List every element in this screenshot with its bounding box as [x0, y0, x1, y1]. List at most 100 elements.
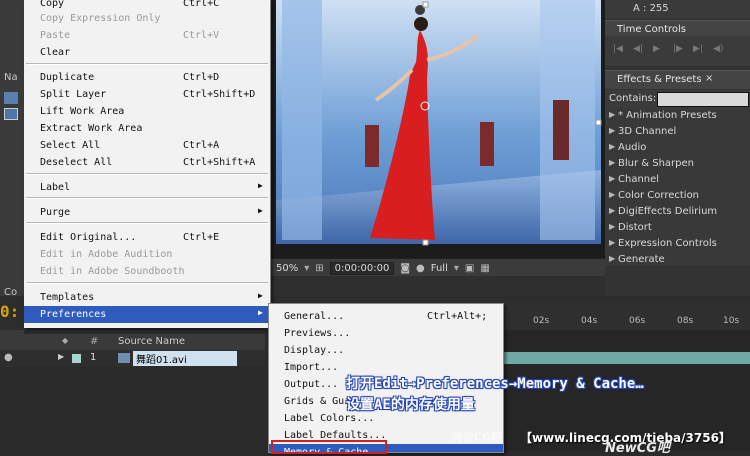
effects-category-3d-channel[interactable]: ▶ 3D Channel [605, 124, 750, 140]
menu-item-label: Purge [40, 207, 71, 218]
edit-menu-item-purge[interactable]: Purge ▶ [24, 204, 270, 221]
ruler-tick-label: 02s [533, 316, 550, 326]
composition-viewer[interactable] [270, 0, 605, 258]
expand-triangle-icon[interactable]: ▶ [609, 142, 615, 151]
edit-menu-item-edit-original[interactable]: Edit Original... Ctrl+E [24, 229, 270, 246]
region-of-interest-icon[interactable]: ▣ [465, 263, 474, 274]
alpha-readout: A : 255 [633, 3, 669, 14]
effects-category-color-correction[interactable]: ▶ Color Correction [605, 188, 750, 204]
effects-list: ▶ * Animation Presets ▶ 3D Channel ▶ Audio ▶ Bl… [605, 108, 750, 266]
effects-category-channel[interactable]: ▶ Channel [605, 172, 750, 188]
first-frame-icon[interactable]: |◀ [613, 44, 627, 54]
effects-category-animation-presets[interactable]: ▶ * Animation Presets [605, 108, 750, 124]
effects-category-blur-sharpen[interactable]: ▶ Blur & Sharpen [605, 156, 750, 172]
menu-item-shortcut: Ctrl+V [183, 30, 220, 41]
submenu-arrow-icon: ▶ [258, 181, 263, 190]
menu-item-label: Templates [40, 292, 95, 303]
prev-frame-icon[interactable]: ◀| [633, 44, 647, 54]
resolution-dropdown-icon[interactable]: ▾ [454, 263, 459, 274]
edit-menu-item-label[interactable]: Label ▶ [24, 179, 270, 196]
zoom-value[interactable]: 50% [276, 263, 298, 274]
expand-triangle-icon[interactable]: ▶ [609, 222, 615, 231]
preferences-item-general[interactable]: General... Ctrl+Alt+; [269, 308, 503, 325]
effects-category-generate[interactable]: ▶ Generate [605, 252, 750, 266]
preferences-item-previews[interactable]: Previews... [269, 325, 503, 342]
effects-category-distort[interactable]: ▶ Distort [605, 220, 750, 236]
menu-item-label: Duplicate [40, 72, 95, 83]
edit-menu-item-extract-work-area[interactable]: Extract Work Area [24, 120, 270, 137]
source-name-column-header[interactable]: Source Name [118, 336, 185, 347]
menu-separator [26, 222, 268, 224]
submenu-arrow-icon: ▶ [258, 308, 263, 317]
edit-menu-item-deselect-all[interactable]: Deselect All Ctrl+Shift+A [24, 154, 270, 171]
menu-item-label: Paste [40, 30, 71, 41]
edit-menu-item-preferences[interactable]: Preferences ▶ [24, 306, 270, 323]
audio-icon[interactable]: ◀) [713, 44, 727, 54]
ruler-tick-label: 06s [629, 316, 646, 326]
ruler-tick-label: 04s [581, 316, 598, 326]
composition-icon [4, 108, 18, 120]
expand-triangle-icon[interactable]: ▶ [58, 352, 64, 361]
composition-frame [270, 0, 605, 258]
effects-category-expression-controls[interactable]: ▶ Expression Controls [605, 236, 750, 252]
effects-category-label: * Animation Presets [618, 110, 717, 121]
layer-name[interactable]: 舞蹈01.avi [133, 351, 237, 366]
layer-duration-bar[interactable] [503, 352, 750, 364]
eye-icon[interactable]: ● [4, 352, 13, 363]
effects-category-audio[interactable]: ▶ Audio [605, 140, 750, 156]
menu-item-label: Previews... [284, 328, 351, 339]
effects-category-label: Channel [618, 174, 660, 185]
preferences-item-display[interactable]: Display... [269, 342, 503, 359]
menu-item-label: Select All [40, 140, 101, 151]
edit-menu-item-templates[interactable]: Templates ▶ [24, 289, 270, 306]
zoom-dropdown-icon[interactable]: ▾ [304, 263, 309, 274]
menu-item-label: Copy [40, 0, 65, 9]
menu-separator [26, 173, 268, 175]
project-tab-label[interactable]: Na [4, 72, 18, 83]
expand-triangle-icon[interactable]: ▶ [609, 190, 615, 199]
menu-item-label: Display... [284, 345, 345, 356]
effects-search-row: Contains: [605, 90, 750, 108]
expand-triangle-icon[interactable]: ▶ [609, 158, 615, 167]
expand-triangle-icon[interactable]: ▶ [609, 126, 615, 135]
expand-triangle-icon[interactable]: ▶ [609, 238, 615, 247]
show-channel-icon[interactable]: ● [416, 263, 425, 274]
effects-category-label: DigiEffects Delirium [618, 206, 718, 217]
edit-menu-item-lift-work-area[interactable]: Lift Work Area [24, 103, 270, 120]
timeline-current-time[interactable]: 0: [0, 302, 24, 321]
edit-menu-item-select-all[interactable]: Select All Ctrl+A [24, 137, 270, 154]
table-row[interactable]: ● ▶ 1 舞蹈01.avi [0, 350, 265, 367]
edit-menu-item-clear[interactable]: Clear [24, 44, 270, 61]
viewer-bottom-bar [270, 276, 605, 296]
effects-presets-header[interactable]: Effects & Presets × [605, 70, 750, 89]
expand-triangle-icon[interactable]: ▶ [609, 206, 615, 215]
footage-icon [118, 353, 130, 363]
last-frame-icon[interactable]: ▶| [693, 44, 707, 54]
menu-item-label: Label Colors... [284, 413, 375, 424]
next-frame-icon[interactable]: |▶ [673, 44, 687, 54]
menu-item-label: Edit in Adobe Audition [40, 249, 173, 260]
expand-triangle-icon[interactable]: ▶ [609, 174, 615, 183]
menu-item-label: Edit Original... [40, 232, 137, 243]
effects-search-input[interactable] [657, 92, 749, 107]
transparency-grid-icon[interactable]: ▦ [480, 263, 489, 274]
safe-margins-icon[interactable]: ⊞ [315, 263, 323, 274]
effects-category-digieffects-delirium[interactable]: ▶ DigiEffects Delirium [605, 204, 750, 220]
edit-menu-item-split-layer[interactable]: Split Layer Ctrl+Shift+D [24, 86, 270, 103]
effects-category-label: Distort [618, 222, 652, 233]
effects-category-label: 3D Channel [618, 126, 677, 137]
menu-item-label: Lift Work Area [40, 106, 125, 117]
resolution-value[interactable]: Full [431, 263, 448, 274]
effects-category-label: Blur & Sharpen [618, 158, 695, 169]
current-time-display[interactable]: 0:00:00:00 [329, 261, 395, 275]
edit-menu-item-duplicate[interactable]: Duplicate Ctrl+D [24, 69, 270, 86]
snapshot-icon[interactable]: ◙ [400, 263, 410, 274]
expand-triangle-icon[interactable]: ▶ [609, 110, 615, 119]
close-icon[interactable]: × [705, 73, 713, 84]
label-color-swatch[interactable] [72, 354, 81, 363]
menu-item-shortcut: Ctrl+D [183, 72, 220, 83]
time-ruler[interactable]: 02s 04s 06s 08s 10s [503, 300, 750, 330]
play-icon[interactable]: ▶ [653, 44, 667, 54]
menu-item-label: Import... [284, 362, 339, 373]
expand-triangle-icon[interactable]: ▶ [609, 254, 615, 263]
